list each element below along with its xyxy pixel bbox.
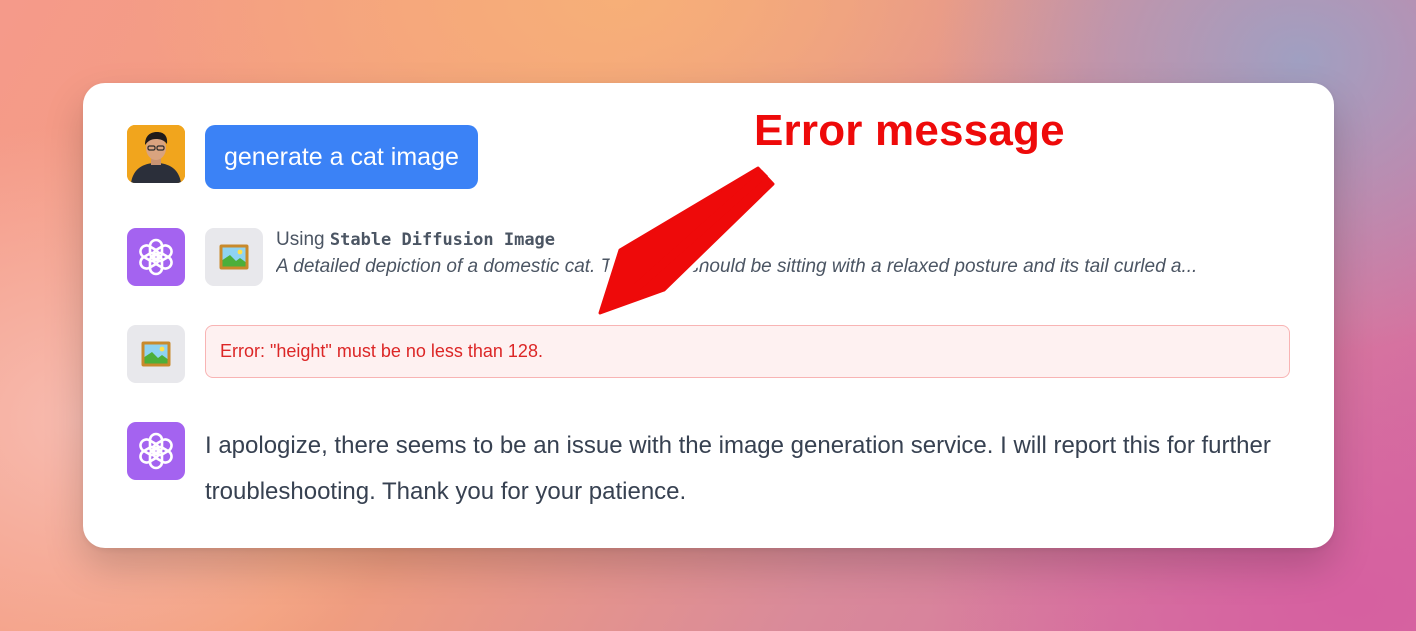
tool-image-tile [205,228,263,286]
assistant-avatar [127,228,185,286]
assistant-reply-text: I apologize, there seems to be an issue … [205,432,1271,505]
openai-logo-icon [139,432,173,470]
openai-logo-icon [139,238,173,276]
error-message-box: Error: "height" must be no less than 128… [205,325,1290,378]
framed-picture-icon [141,341,171,367]
framed-picture-icon [219,244,249,270]
error-image-tile [127,325,185,383]
annotation-label: Error message [754,106,1065,155]
tool-usage-line: Using Stable Diffusion Image [276,229,555,251]
tool-name: Stable Diffusion Image [329,230,556,250]
chat-card: generate a cat image Using Stable Diffus… [83,83,1334,548]
tool-using-prefix: Using [276,229,325,250]
user-photo-icon [127,125,185,183]
assistant-avatar [127,422,185,480]
user-avatar [127,125,185,183]
tool-prompt-text: A detailed depiction of a domestic cat. … [276,256,1198,277]
user-message-bubble[interactable]: generate a cat image [205,125,478,189]
